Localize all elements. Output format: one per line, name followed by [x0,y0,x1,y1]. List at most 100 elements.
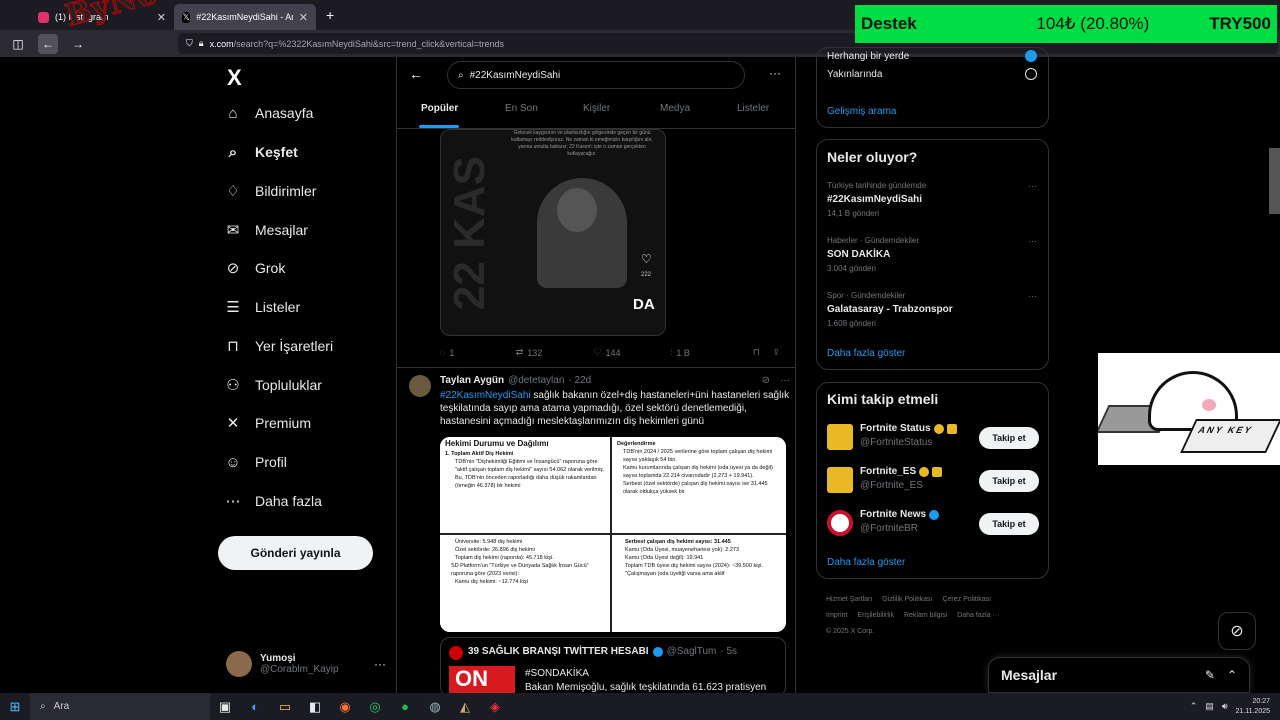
profile-icon: ☺ [225,453,241,471]
x-favicon-icon: 𝕏 [182,11,191,23]
edge-icon[interactable]: ◐ [240,693,270,720]
search-input[interactable]: ⌕ #22KasımNeydiSahi [447,61,745,89]
nav-explore[interactable]: ⌕ Keşfet [224,143,298,161]
tab-lists[interactable]: Listeler [737,103,769,114]
compose-message-icon[interactable]: ✎ [1205,668,1215,682]
follow-button[interactable]: Takip et [979,427,1039,449]
store-icon[interactable]: ◧ [300,693,330,720]
who-to-follow-title: Kimi takip etmeli [827,391,939,407]
tweet-image[interactable]: 22 KAS Gelecek kaygısının ve planlsızlığ… [440,129,666,336]
search-icon: ⌕ [40,701,46,712]
more-options-icon[interactable]: ··· [1028,181,1037,191]
radio-selected[interactable] [1025,50,1037,62]
back-arrow-icon[interactable]: ← [409,66,423,82]
close-tab-icon[interactable]: ✕ [157,11,166,24]
close-tab-icon[interactable]: ✕ [299,11,308,24]
author-handle[interactable]: @detetaylan [508,375,564,386]
tweet-image[interactable]: Hekimi Durumu ve Dağılımı 1. Toplam Akti… [440,437,786,632]
taskbar-search[interactable]: ⌕ Ara [30,693,210,720]
tweet-time[interactable]: · 22d [568,375,591,386]
retweet-button[interactable]: ⇄ 132 [516,347,594,358]
messages-drawer[interactable]: Mesajlar ✎ ⌃ [988,657,1250,693]
app-icon[interactable]: ◈ [480,693,510,720]
post-button[interactable]: Gönderi yayınla [218,536,373,570]
follow-suggestion[interactable]: Fortnite Status @FortniteStatus Takip et [827,421,1039,451]
avatar[interactable] [409,375,431,397]
nav-grok[interactable]: ⊘ Grok [224,259,286,277]
show-more-link[interactable]: Daha fazla göster [827,348,905,359]
share-button[interactable]: ⇪ [772,347,780,358]
tab-latest[interactable]: En Son [505,103,538,114]
more-options-icon[interactable]: ··· [769,66,781,80]
support-goal: TRY500 [1209,14,1271,33]
show-more-link[interactable]: Daha fazla göster [827,557,905,568]
nav-notifications[interactable]: ♢ Bildirimler [224,182,316,200]
footer-links: Hizmet Şartları Gizlilik Politikası Çerez … [826,592,1046,640]
grok-icon[interactable]: ⊘ [762,375,770,386]
tab-popular[interactable]: Popüler [421,103,458,114]
account-switcher[interactable]: Yumoşi @Corablm_Kayip ··· [226,649,386,679]
nav-communities[interactable]: ⚇ Topluluklar [224,376,322,394]
sidebar-toggle-icon[interactable]: ◫ [8,34,28,54]
bookmark-button[interactable]: ⊓ [753,347,773,358]
follow-button[interactable]: Takip et [979,513,1039,535]
footer-link[interactable]: Hizmet Şartları [826,596,872,603]
advanced-search-link[interactable]: Gelişmiş arama [827,106,896,117]
location-option[interactable]: Herhangi bir yerde [827,50,1037,62]
follow-suggestion[interactable]: Fortnite News @FortniteBR Takip et [827,507,1039,537]
nav-lists[interactable]: ☰ Listeler [224,298,300,316]
back-button[interactable]: ← [38,33,58,54]
tab-media[interactable]: Medya [660,103,690,114]
more-options-icon[interactable]: ··· [780,375,790,386]
tab-people[interactable]: Kişiler [583,103,610,114]
trend-item[interactable]: Spor · Gündemdekiler Galatasaray - Trabz… [827,291,1037,328]
views-button[interactable]: ⫶ 1 B [670,347,753,358]
footer-link[interactable]: Daha fazla ··· [957,612,999,619]
steam-icon[interactable]: ◍ [420,693,450,720]
account-handle: @Fortnite_ES [860,480,923,491]
chevron-up-icon[interactable]: ⌃ [1190,701,1198,712]
league-icon[interactable]: ◭ [450,693,480,720]
follow-suggestion[interactable]: Fortnite_ES @Fortnite_ES Takip et [827,464,1039,494]
hashtag-link[interactable]: #22KasımNeydiSahi [440,390,531,401]
tab-x-search[interactable]: 𝕏 #22KasımNeydiSahi - Arama / X ✕ [174,4,316,30]
location-option[interactable]: Yakınlarında [827,68,1037,80]
clock[interactable]: 20:27 21.11.2025 [1235,697,1270,717]
expand-icon[interactable]: ⌃ [1227,668,1237,682]
nav-bookmarks[interactable]: ⊓ Yer İşaretleri [224,337,333,355]
footer-link[interactable]: Gizlilik Politikası [882,596,932,603]
footer-link[interactable]: Reklam bilgisi [904,612,947,619]
forward-button[interactable]: → [68,34,88,54]
network-icon[interactable]: ▤ [1205,701,1214,712]
spotify-icon[interactable]: ● [390,693,420,720]
footer-link[interactable]: Imprint [826,612,847,619]
firefox-icon[interactable]: ◉ [330,693,360,720]
trend-item[interactable]: Türkiye tarihinde gündemde #22KasımNeydi… [827,181,1037,218]
footer-link[interactable]: Çerez Politikası [942,596,991,603]
new-tab-button[interactable]: + [326,7,334,23]
follow-button[interactable]: Takip et [979,470,1039,492]
author-name[interactable]: Taylan Aygün [440,375,504,386]
scrollbar[interactable] [1269,148,1280,214]
grok-icon[interactable]: ⊘ [1218,612,1256,650]
nav-messages[interactable]: ✉ Mesajlar [224,221,308,239]
reply-button[interactable]: ◌ 1 [440,348,516,358]
nav-profile[interactable]: ☺ Profil [224,453,287,471]
like-button[interactable]: ♡ 144 [593,347,670,358]
volume-icon[interactable]: 🔊︎ [1222,701,1228,712]
trend-item[interactable]: Haberler · Gündemdekiler SON DAKİKA 3.00… [827,236,1037,273]
windows-start-icon[interactable]: ⊞ [0,699,30,715]
more-options-icon[interactable]: ··· [374,657,386,671]
footer-link[interactable]: Erişilebilirlik [857,612,894,619]
more-options-icon[interactable]: ··· [1028,236,1037,246]
task-view-icon[interactable]: ▣ [210,693,240,720]
nav-home[interactable]: ⌂ Anasayfa [224,104,313,122]
more-options-icon[interactable]: ··· [1028,291,1037,301]
radio-unselected[interactable] [1025,68,1037,80]
quoted-tweet[interactable]: 39 SAĞLIK BRANŞI TWİTTER HESABI @SaglTum… [440,637,786,697]
x-logo-icon[interactable]: X [227,65,242,91]
nav-premium[interactable]: ✕ Premium [224,414,311,432]
nav-more[interactable]: ⋯ Daha fazla [224,492,322,510]
whatsapp-icon[interactable]: ◎ [360,693,390,720]
file-explorer-icon[interactable]: ▭ [270,693,300,720]
